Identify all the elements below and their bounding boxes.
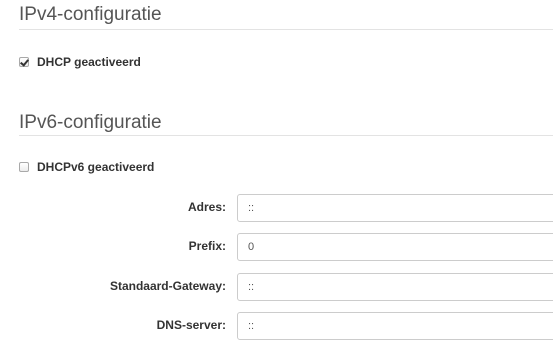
- ipv4-dhcp-label: DHCP geactiveerd: [37, 55, 141, 69]
- network-config-page: IPv4-configuratie DHCP geactiveerd IPv6-…: [0, 0, 553, 341]
- address-row: Adres:: [0, 194, 553, 222]
- prefix-input[interactable]: [237, 233, 553, 261]
- address-input[interactable]: [237, 194, 553, 222]
- dns-server-label: DNS-server:: [156, 318, 226, 332]
- dns-server-row: DNS-server:: [0, 312, 553, 340]
- ipv6-section-title: IPv6-configuratie: [19, 112, 162, 133]
- ipv6-dhcp-label: DHCPv6 geactiveerd: [37, 160, 155, 174]
- gateway-row: Standaard-Gateway:: [0, 273, 553, 301]
- ipv4-dhcp-checkbox-row[interactable]: DHCP geactiveerd: [19, 55, 141, 69]
- ipv4-section-title: IPv4-configuratie: [19, 4, 162, 25]
- address-label: Adres:: [187, 200, 226, 214]
- ipv6-dhcp-checkbox[interactable]: [19, 162, 29, 172]
- ipv6-dhcp-checkbox-row[interactable]: DHCPv6 geactiveerd: [19, 160, 154, 174]
- ipv4-section-divider: [19, 29, 553, 30]
- prefix-row: Prefix:: [0, 233, 553, 261]
- gateway-input[interactable]: [237, 273, 553, 301]
- prefix-label: Prefix:: [188, 239, 226, 253]
- ipv4-dhcp-checkbox[interactable]: [19, 57, 29, 67]
- gateway-label: Standaard-Gateway:: [109, 279, 226, 293]
- ipv6-section-divider: [19, 135, 553, 136]
- dns-server-input[interactable]: [237, 312, 553, 340]
